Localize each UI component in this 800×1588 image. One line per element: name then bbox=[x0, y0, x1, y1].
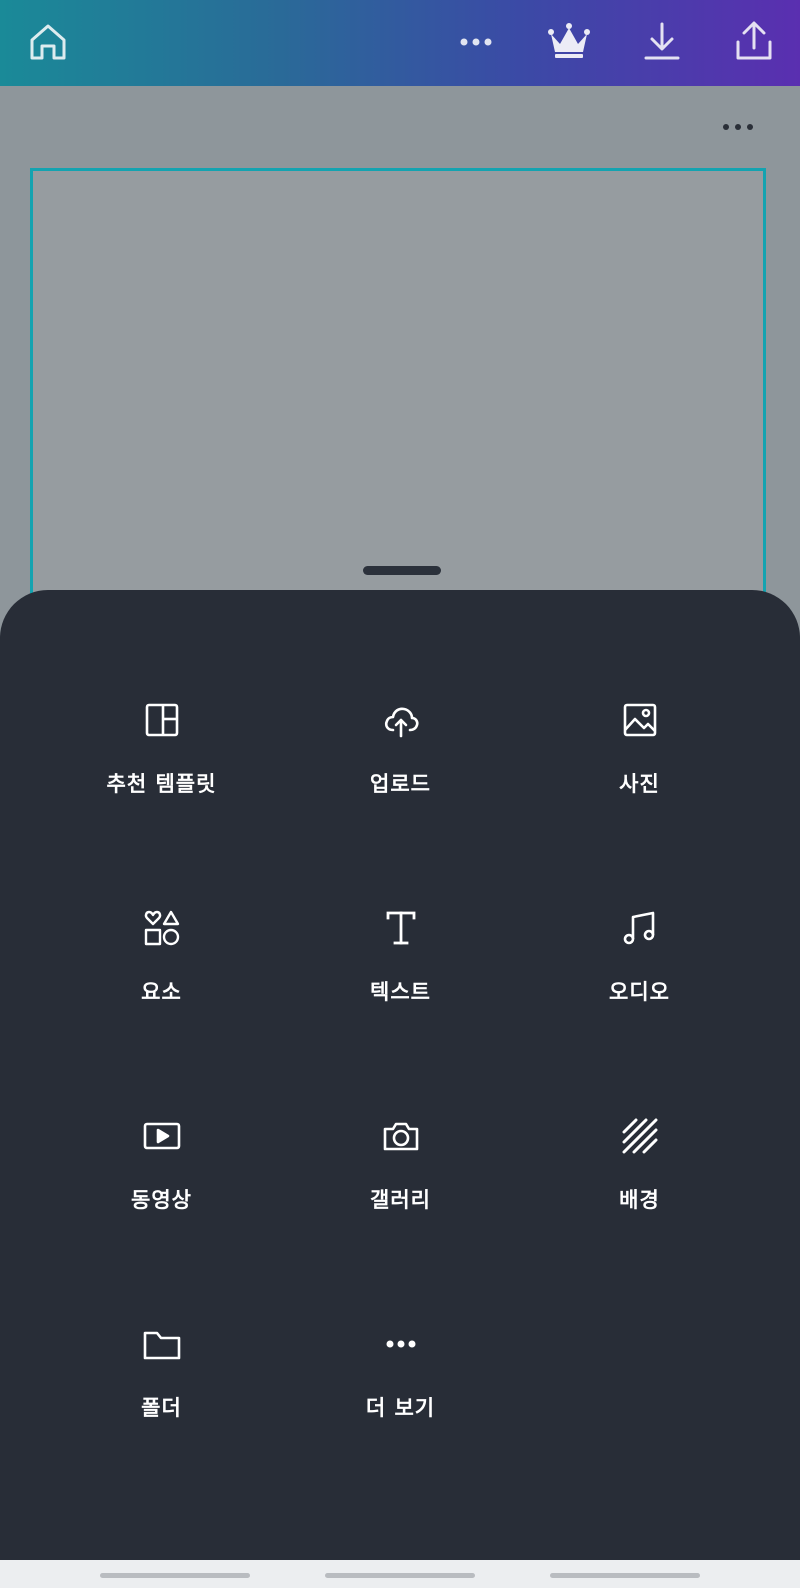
menu-item-gallery[interactable]: 갤러리 bbox=[281, 1106, 520, 1246]
menu-item-elements[interactable]: 요소 bbox=[42, 898, 281, 1038]
upload-cloud-icon bbox=[381, 700, 421, 740]
menu-item-label: 갤러리 bbox=[370, 1188, 431, 1212]
sheet-drag-handle[interactable] bbox=[363, 566, 441, 575]
menu-item-label: 업로드 bbox=[370, 772, 431, 796]
menu-item-label: 텍스트 bbox=[370, 980, 431, 1004]
text-icon bbox=[381, 908, 421, 948]
menu-item-label: 사진 bbox=[619, 772, 660, 796]
template-icon bbox=[142, 700, 182, 740]
menu-item-label: 오디오 bbox=[609, 980, 670, 1004]
menu-item-templates[interactable]: 추천 템플릿 bbox=[42, 690, 281, 830]
menu-item-more[interactable]: 더 보기 bbox=[281, 1314, 520, 1454]
home-icon[interactable] bbox=[24, 18, 72, 66]
system-nav-bar bbox=[0, 1560, 800, 1588]
nav-back-button[interactable] bbox=[550, 1573, 700, 1578]
music-icon bbox=[620, 908, 660, 948]
bottom-sheet: 추천 템플릿 업로드 사진 요소 텍스트 오디오 동영상 갤러리 배경 폴더 더… bbox=[0, 590, 800, 1560]
image-icon bbox=[620, 700, 660, 740]
background-icon bbox=[620, 1116, 660, 1156]
menu-item-audio[interactable]: 오디오 bbox=[520, 898, 759, 1038]
more-icon[interactable] bbox=[452, 18, 500, 66]
folder-icon bbox=[142, 1324, 182, 1364]
more-icon bbox=[381, 1324, 421, 1364]
menu-item-label: 배경 bbox=[619, 1188, 660, 1212]
design-page[interactable] bbox=[30, 168, 766, 598]
nav-recents-button[interactable] bbox=[100, 1573, 250, 1578]
crown-icon[interactable] bbox=[545, 18, 593, 66]
menu-item-folders[interactable]: 폴더 bbox=[42, 1314, 281, 1454]
menu-item-video[interactable]: 동영상 bbox=[42, 1106, 281, 1246]
camera-icon bbox=[381, 1116, 421, 1156]
page-options-icon[interactable] bbox=[716, 112, 760, 142]
menu-item-upload[interactable]: 업로드 bbox=[281, 690, 520, 830]
share-icon[interactable] bbox=[730, 18, 778, 66]
video-icon bbox=[142, 1116, 182, 1156]
menu-item-label: 더 보기 bbox=[365, 1396, 436, 1420]
elements-icon bbox=[142, 908, 182, 948]
menu-item-photos[interactable]: 사진 bbox=[520, 690, 759, 830]
download-icon[interactable] bbox=[638, 18, 686, 66]
menu-item-text[interactable]: 텍스트 bbox=[281, 898, 520, 1038]
menu-item-label: 추천 템플릿 bbox=[106, 772, 217, 796]
top-toolbar bbox=[0, 0, 800, 86]
nav-home-button[interactable] bbox=[325, 1573, 475, 1578]
menu-item-label: 동영상 bbox=[131, 1188, 192, 1212]
menu-item-label: 폴더 bbox=[141, 1396, 182, 1420]
menu-item-label: 요소 bbox=[141, 980, 182, 1004]
menu-item-background[interactable]: 배경 bbox=[520, 1106, 759, 1246]
